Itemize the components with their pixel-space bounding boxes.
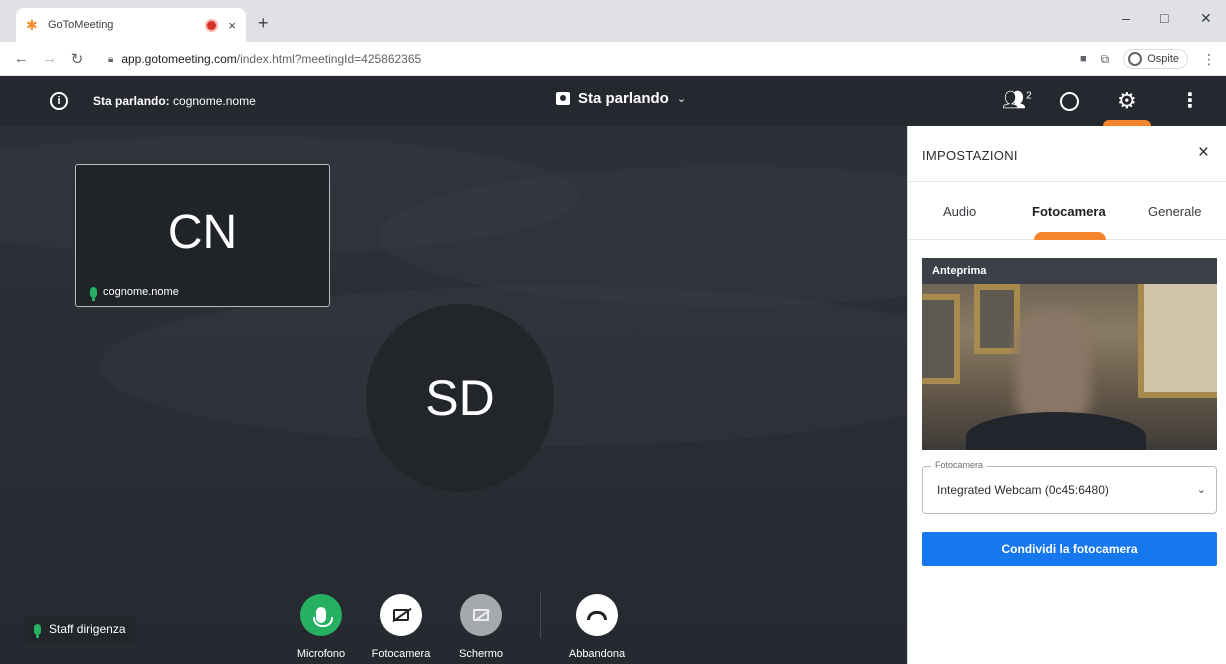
screen-share-button[interactable] [460,594,502,636]
url-host: app.gotomeeting.com [121,52,237,66]
camera-select-label: Fotocamera [931,460,988,470]
info-icon[interactable]: i [50,92,68,110]
camera-label: Fotocamera [371,648,431,660]
tab-general[interactable]: Generale [1148,204,1201,219]
chevron-down-icon: ⌄ [1196,484,1206,496]
restore-button[interactable]: □ [1160,10,1168,26]
gear-icon: ⚙ [1117,88,1137,113]
picture-frame [1138,284,1217,398]
self-name: Staff dirigenza [49,622,126,636]
speaking-name: cognome.nome [173,94,256,108]
participants-icon[interactable]: 👥︎2 [1002,88,1032,112]
active-tab-indicator [1034,232,1106,240]
back-icon[interactable]: ← [14,50,29,67]
hang-up-icon [587,610,607,620]
camera-in-use-icon[interactable]: ■ [1080,53,1087,65]
tab-title: GoToMeeting [48,19,114,31]
camera-button[interactable] [380,594,422,636]
panel-title: IMPOSTAZIONI [922,148,1018,163]
meeting-header: i Sta parlando: cognome.nome Sta parland… [0,76,1226,126]
view-mode-dropdown[interactable]: Sta parlando ⌄ [556,90,686,107]
chat-icon[interactable] [1060,92,1079,111]
camera-select[interactable]: Fotocamera Integrated Webcam (0c45:6480)… [922,460,1217,514]
settings-button[interactable]: ⚙ [1103,76,1151,126]
profile-button[interactable]: Ospite [1123,49,1188,69]
speaking-prefix: Sta parlando: [93,94,170,108]
new-tab-button[interactable]: + [258,14,269,32]
participants-count: 2 [1026,90,1032,102]
profile-label: Ospite [1147,53,1179,65]
mic-active-icon [34,623,41,638]
leave-button[interactable] [576,594,618,636]
view-mode-label: Sta parlando [578,90,669,107]
settings-panel: IMPOSTAZIONI × Audio Fotocamera Generale… [907,126,1226,664]
picture-frame [974,284,1020,354]
reload-icon[interactable]: ↻ [70,50,84,68]
tab-close-icon[interactable]: × [228,18,236,33]
microphone-label: Microfono [296,648,346,660]
share-camera-button[interactable]: Condividi la fotocamera [922,532,1217,566]
forward-icon[interactable]: → [42,50,57,67]
controls-divider [540,592,541,638]
tab-camera[interactable]: Fotocamera [1032,204,1106,219]
browser-tab[interactable]: ✱ GoToMeeting × [16,8,246,42]
close-icon[interactable]: × [1198,143,1209,162]
url-path: /index.html?meetingId=425862365 [236,52,422,66]
screen-label: Schermo [458,648,504,660]
microphone-icon [313,607,333,627]
minimize-button[interactable]: – [1122,10,1130,26]
url-field[interactable]: 🔒︎ app.gotomeeting.com/index.html?meetin… [108,47,1058,71]
browser-menu-icon[interactable]: ⋮ [1202,51,1216,68]
mic-active-icon [90,286,97,301]
person-shoulders [966,412,1146,450]
main-speaker-avatar: SD [366,304,554,492]
gotomeeting-logo-icon: ✱ [26,17,38,33]
leave-label: Abbandona [568,648,626,660]
blurred-face [1016,310,1090,420]
camera-off-icon [393,609,409,621]
participant-initials: CN [167,206,238,259]
camera-preview [922,284,1217,450]
meeting-stage: CN cognome.nome SD Staff dirigenza Micro… [0,126,907,664]
microphone-button[interactable] [300,594,342,636]
participant-tile[interactable]: CN cognome.nome [75,164,330,307]
camera-select-value: Integrated Webcam (0c45:6480) [937,483,1109,497]
participant-name: cognome.nome [103,286,179,298]
settings-tabs: Audio Fotocamera Generale [908,182,1226,240]
chevron-down-icon: ⌄ [676,93,687,105]
window-close-button[interactable]: ✕ [1200,10,1212,27]
self-name-badge: Staff dirigenza [24,616,136,642]
browser-tab-bar: ✱ GoToMeeting × + – □ ✕ [0,0,1226,42]
recording-icon [207,20,217,30]
screen-off-icon [473,609,489,621]
lock-icon: 🔒︎ [108,53,114,65]
speaker-view-icon [556,92,570,105]
address-bar: ← → ↻ 🔒︎ app.gotomeeting.com/index.html?… [0,42,1226,76]
preview-title: Anteprima [922,258,1217,284]
active-speaker: Sta parlando: cognome.nome [93,94,256,108]
translate-icon[interactable]: ⧉ [1101,52,1110,67]
picture-frame [922,294,960,384]
profile-avatar-icon [1128,52,1143,66]
more-options-icon[interactable]: ⋮ [1180,88,1200,113]
tab-audio[interactable]: Audio [943,204,976,219]
